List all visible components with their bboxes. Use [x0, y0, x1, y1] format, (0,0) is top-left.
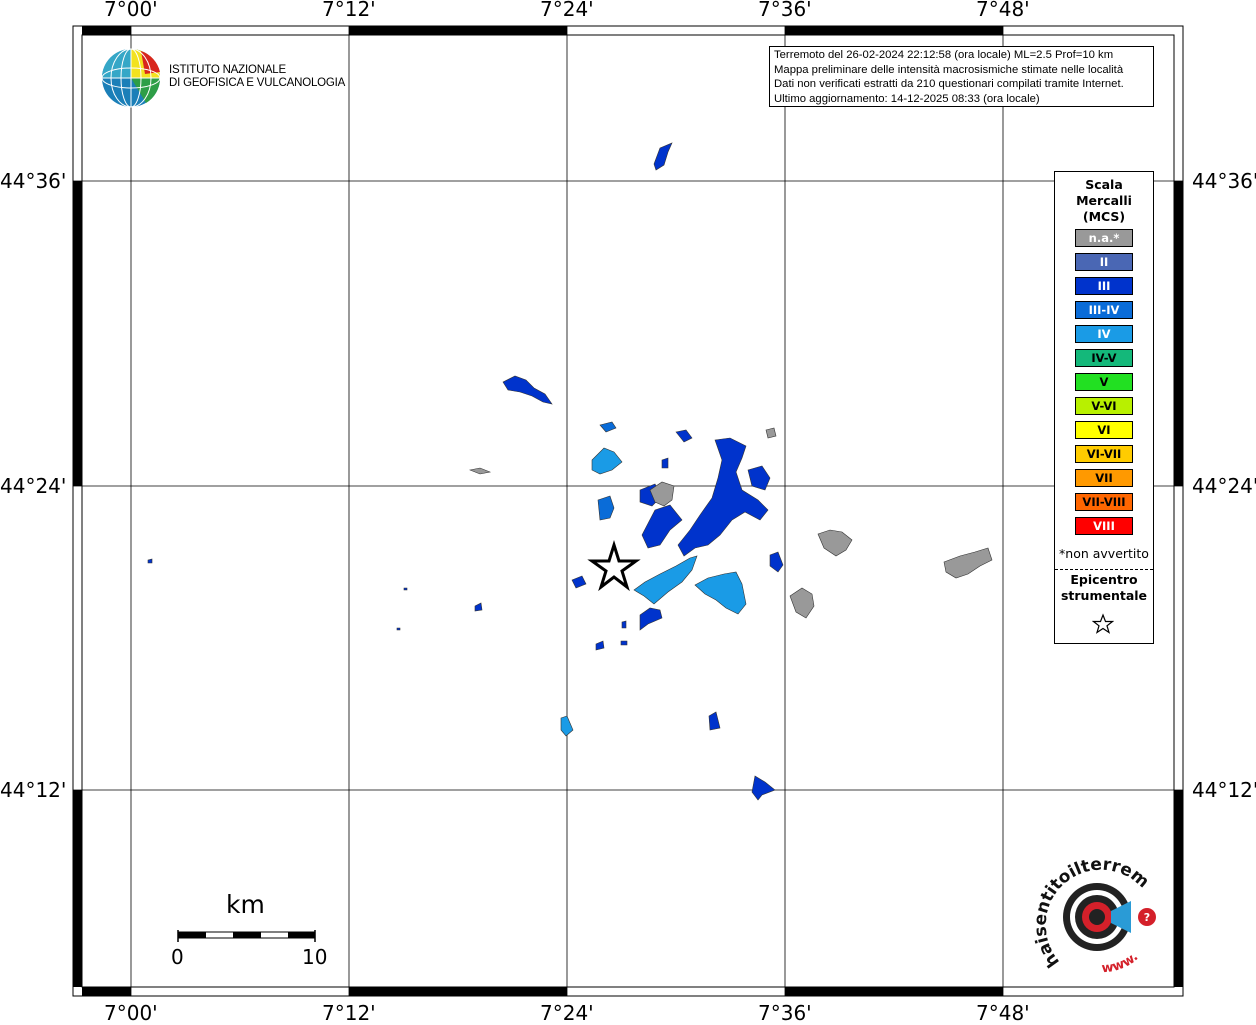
info-line3: Dati non verificati estratti da 210 ques… — [774, 78, 1124, 91]
intensity-areas — [147, 142, 993, 801]
area-III-IV-a — [597, 495, 615, 521]
legend-item-3: III-IV — [1075, 301, 1133, 319]
lon-tick-top-0: 7°00' — [104, 0, 158, 21]
lon-tick-top-1: 7°12' — [322, 0, 376, 21]
legend-item-11: VII-VIII — [1075, 493, 1133, 511]
legend-item-6: V — [1075, 373, 1133, 391]
legend-epicenter-line2: strumentale — [1060, 588, 1148, 603]
ingv-line1: ISTITUTO NAZIONALE — [169, 64, 286, 76]
epicenter-star-icon — [587, 539, 641, 592]
area-dot-a — [403, 587, 408, 591]
area-northwest — [502, 375, 553, 405]
area-dot-c — [621, 620, 627, 629]
area-north — [653, 142, 673, 171]
haisentito-logo-text: haisentitoilterremoto.it www. — [1030, 850, 1153, 977]
lon-tick-bottom-1: 7°12' — [322, 1001, 376, 1025]
area-na-a — [468, 467, 492, 475]
event-info-box: Terremoto del 26-02-2024 22:12:58 (ora l… — [769, 46, 1154, 107]
map-outer-frame — [72, 25, 1184, 997]
area-south-c — [708, 711, 721, 731]
legend-item-10: VII — [1075, 469, 1133, 487]
area-III-IV-b — [599, 421, 617, 433]
lon-tick-bottom-0: 7°00' — [104, 1001, 158, 1025]
legend-epicenter-label: Epicentro strumentale — [1055, 572, 1153, 604]
legend-title-line1: Scala — [1085, 177, 1123, 192]
area-far-west — [147, 558, 153, 564]
area-central-b — [641, 504, 683, 549]
legend-title: Scala Mercalli (MCS) — [1055, 177, 1153, 225]
legend-title-line2: Mercalli — [1076, 193, 1132, 208]
areas-intensity-III — [147, 142, 784, 801]
legend-item-5: IV-V — [1075, 349, 1133, 367]
lat-tick-left-2: 44°12' — [0, 778, 67, 802]
area-small-a — [675, 429, 693, 443]
info-line4: Ultimo aggiornamento: 14-12-2025 08:33 (… — [774, 92, 1040, 105]
area-na-c — [765, 427, 777, 439]
area-na-e — [789, 587, 815, 619]
area-dot-d — [620, 640, 628, 646]
area-IV-a — [591, 447, 623, 475]
lon-tick-bottom-2: 7°24' — [540, 1001, 594, 1025]
legend-item-1: II — [1075, 253, 1133, 271]
area-west-b — [474, 602, 483, 612]
area-west-a — [571, 575, 587, 589]
scale-bar — [177, 930, 316, 942]
star-icon — [1092, 613, 1114, 634]
lon-tick-top-4: 7°48' — [976, 0, 1030, 21]
svg-text:www.: www. — [1101, 950, 1141, 977]
lon-tick-top-2: 7°24' — [540, 0, 594, 21]
area-IV-b — [633, 555, 698, 605]
intensity-legend: Scala Mercalli (MCS) n.a.* II III III-IV IV I… — [1054, 171, 1154, 644]
map-inner-frame — [81, 34, 1175, 988]
frame-bars — [73, 26, 1183, 996]
legend-item-8: VI — [1075, 421, 1133, 439]
area-south-a — [639, 607, 663, 631]
ingv-logo-text: ISTITUTO NAZIONALE DI GEOFISICA E VULCAN… — [169, 64, 345, 90]
lon-tick-bottom-3: 7°36' — [758, 1001, 812, 1025]
lat-tick-left-1: 44°24' — [0, 474, 67, 498]
area-dot-b — [396, 627, 401, 631]
ingv-globe-icon — [101, 48, 161, 108]
lon-tick-bottom-4: 7°48' — [976, 1001, 1030, 1025]
area-na-f — [943, 547, 993, 579]
area-south-b — [595, 640, 605, 651]
haisentito-text: haisentitoilterremoto.it — [1030, 850, 1153, 971]
legend-separator — [1055, 569, 1153, 570]
area-south-d — [751, 775, 776, 801]
graticule — [73, 26, 1183, 996]
area-IV-d — [560, 715, 574, 737]
legend-item-12: VIII — [1075, 517, 1133, 535]
area-east-c — [769, 551, 784, 573]
legend-item-7: V-VI — [1075, 397, 1133, 415]
lon-tick-top-3: 7°36' — [758, 0, 812, 21]
scale-unit-label: km — [226, 890, 265, 919]
info-line2: Mappa preliminare delle intensità macros… — [774, 63, 1124, 76]
area-IV-c — [694, 571, 747, 615]
scale-start-label: 0 — [171, 945, 184, 969]
ingv-line2: DI GEOFISICA E VULCANOLOGIA — [169, 77, 346, 89]
legend-item-2: III — [1075, 277, 1133, 295]
area-na-d — [817, 529, 853, 557]
scale-end-label: 10 — [302, 945, 328, 969]
legend-item-4: IV — [1075, 325, 1133, 343]
legend-epicenter-line1: Epicentro — [1070, 572, 1138, 587]
area-central-large — [677, 437, 769, 557]
svg-text:haisentitoilterremoto.it: haisentitoilterremoto.it — [1030, 850, 1153, 971]
lat-tick-right-1: 44°24' — [1192, 474, 1256, 498]
area-small-b — [661, 457, 669, 469]
info-line1: Terremoto del 26-02-2024 22:12:58 (ora l… — [774, 49, 1114, 61]
lat-tick-right-0: 44°36' — [1192, 169, 1256, 193]
legend-item-0: n.a.* — [1075, 229, 1133, 247]
legend-note: *non avvertito — [1059, 546, 1149, 561]
haisentito-www: www. — [1101, 950, 1141, 977]
legend-item-9: VI-VII — [1075, 445, 1133, 463]
lat-tick-left-0: 44°36' — [0, 169, 67, 193]
legend-title-line3: (MCS) — [1082, 209, 1126, 224]
lat-tick-right-2: 44°12' — [1192, 778, 1256, 802]
